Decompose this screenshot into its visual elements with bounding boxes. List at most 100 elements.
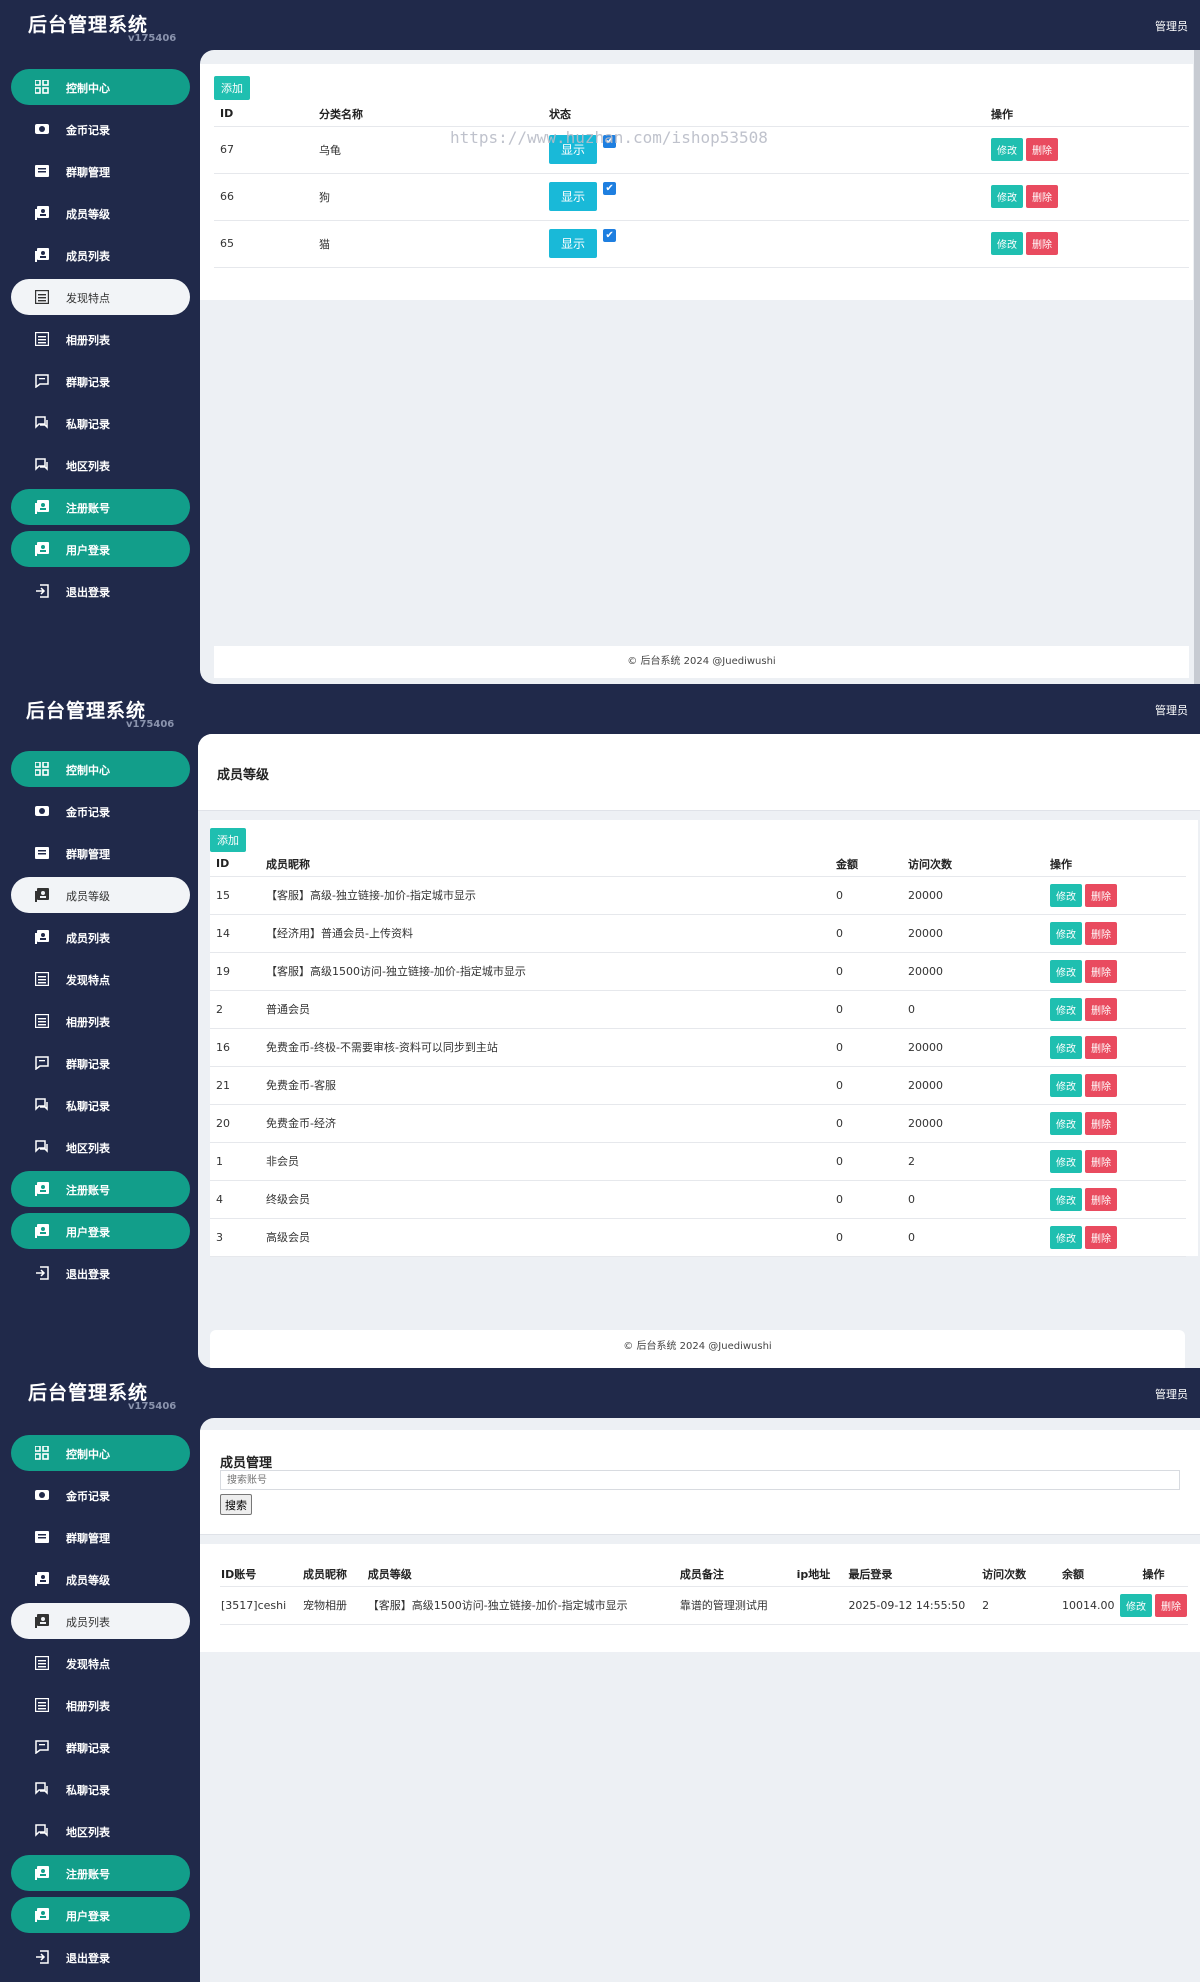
delete-button[interactable]: 删除 — [1026, 232, 1058, 255]
sidebar-item-discover[interactable]: 发现特点 — [11, 1645, 190, 1681]
chat-icon — [35, 1056, 49, 1071]
table-row: 2 普通会员 0 0 修改 删除 — [210, 990, 1186, 1028]
delete-button[interactable]: 删除 — [1085, 1073, 1117, 1097]
search-input[interactable] — [220, 1470, 1180, 1490]
sidebar-item-region[interactable]: 地区列表 — [11, 1129, 190, 1165]
cell-amount: 0 — [836, 1230, 843, 1244]
sidebar-item-album[interactable]: 相册列表 — [11, 321, 190, 357]
edit-button[interactable]: 修改 — [1050, 1073, 1082, 1097]
edit-button[interactable]: 修改 — [1050, 883, 1082, 907]
cell-visits: 20000 — [908, 1116, 943, 1130]
admin-user[interactable]: 管理员 — [1155, 1386, 1188, 1402]
delete-button[interactable]: 删除 — [1085, 997, 1117, 1021]
edit-button[interactable]: 修改 — [1050, 959, 1082, 983]
cell-nick: 【客服】高级-独立链接-加价-指定城市显示 — [266, 889, 476, 902]
sidebar-item-private-chat[interactable]: 私聊记录 — [11, 1087, 190, 1123]
login-icon — [35, 542, 49, 556]
sidebar-item-groups[interactable]: 群聊管理 — [11, 835, 190, 871]
add-button[interactable]: 添加 — [210, 828, 246, 852]
sidebar-item-register[interactable]: 注册账号 — [11, 1171, 190, 1207]
add-button[interactable]: 添加 — [214, 76, 250, 100]
cell-level: 【客服】高级1500访问-独立链接-加价-指定城市显示 — [367, 1599, 628, 1612]
edit-button[interactable]: 修改 — [1050, 1187, 1082, 1211]
sidebar-item-logout[interactable]: 退出登录 — [11, 1939, 190, 1975]
admin-user[interactable]: 管理员 — [1155, 702, 1188, 718]
sidebar-item-member-level[interactable]: 成员等级 — [11, 1561, 190, 1597]
edit-button[interactable]: 修改 — [1120, 1593, 1152, 1617]
edit-button[interactable]: 修改 — [1050, 1111, 1082, 1135]
show-button[interactable]: 显示 — [549, 182, 598, 211]
edit-button[interactable]: 修改 — [1050, 1149, 1082, 1173]
sidebar-item-region[interactable]: 地区列表 — [11, 447, 190, 483]
sidebar-item-discover[interactable]: 发现特点 — [11, 279, 190, 315]
sidebar-item-private-chat[interactable]: 私聊记录 — [11, 405, 190, 441]
page-title: 成员等级 — [217, 768, 270, 783]
sidebar-item-login[interactable]: 用户登录 — [11, 1897, 190, 1933]
delete-button[interactable]: 删除 — [1085, 959, 1117, 983]
sidebar-item-register[interactable]: 注册账号 — [11, 489, 190, 525]
dashboard-icon — [34, 79, 49, 94]
sidebar-item-login[interactable]: 用户登录 — [11, 1213, 190, 1249]
sidebar-item-login[interactable]: 用户登录 — [11, 531, 190, 567]
cell-amount: 0 — [836, 1002, 843, 1016]
sidebar-item-member-level[interactable]: 成员等级 — [11, 877, 190, 913]
sidebar-item-group-chat[interactable]: 群聊记录 — [11, 1045, 190, 1081]
delete-button[interactable]: 删除 — [1085, 1035, 1117, 1059]
sidebar-item-group-chat[interactable]: 群聊记录 — [11, 363, 190, 399]
sidebar-item-member-list[interactable]: 成员列表 — [11, 1603, 190, 1639]
sidebar-item-label: 用户登录 — [66, 1226, 110, 1239]
sidebar-item-member-list[interactable]: 成员列表 — [11, 237, 190, 273]
delete-button[interactable]: 删除 — [1085, 921, 1117, 945]
status-checkbox[interactable]: ✔ — [603, 182, 617, 195]
sidebar-item-groups[interactable]: 群聊管理 — [11, 1519, 190, 1555]
status-checkbox[interactable]: ✔ — [603, 229, 617, 242]
col-id: ID账号 — [221, 1567, 257, 1581]
sidebar-item-label: 注册账号 — [66, 1868, 110, 1881]
edit-button[interactable]: 修改 — [1050, 1035, 1082, 1059]
delete-button[interactable]: 删除 — [1085, 883, 1117, 907]
show-button[interactable]: 显示 — [549, 229, 598, 258]
edit-button[interactable]: 修改 — [991, 185, 1023, 208]
edit-button[interactable]: 修改 — [1050, 1225, 1082, 1249]
edit-button[interactable]: 修改 — [1050, 997, 1082, 1021]
scrollbar[interactable] — [1194, 50, 1200, 684]
delete-button[interactable]: 删除 — [1085, 1187, 1117, 1211]
sidebar-item-coins[interactable]: 金币记录 — [11, 793, 190, 829]
sidebar-item-member-level[interactable]: 成员等级 — [11, 195, 190, 231]
sidebar-item-album[interactable]: 相册列表 — [11, 1003, 190, 1039]
member-table-card: ID账号 成员昵称 成员等级 成员备注 ip地址 最后登录 访问次数 余额 操作… — [200, 1544, 1200, 1652]
sidebar-item-dashboard[interactable]: 控制中心 — [11, 69, 190, 105]
page-title: 成员管理 — [220, 1456, 273, 1471]
footer-text: © 后台系统 2024 @Juediwushi — [627, 656, 776, 667]
sidebar-item-discover[interactable]: 发现特点 — [11, 961, 190, 997]
sidebar-item-dashboard[interactable]: 控制中心 — [11, 1435, 190, 1471]
delete-button[interactable]: 删除 — [1155, 1593, 1187, 1617]
delete-button[interactable]: 删除 — [1085, 1149, 1117, 1173]
col-status: 状态 — [549, 107, 571, 121]
admin-user[interactable]: 管理员 — [1155, 18, 1188, 34]
sidebar-item-dashboard[interactable]: 控制中心 — [11, 751, 190, 787]
col-ip: ip地址 — [796, 1567, 831, 1581]
sidebar-item-group-chat[interactable]: 群聊记录 — [11, 1729, 190, 1765]
sidebar-item-coins[interactable]: 金币记录 — [11, 1477, 190, 1513]
sidebar-item-region[interactable]: 地区列表 — [11, 1813, 190, 1849]
edit-button[interactable]: 修改 — [1050, 921, 1082, 945]
search-button[interactable]: 搜索 — [220, 1494, 252, 1515]
region-icon — [35, 1824, 49, 1838]
sidebar-item-coins[interactable]: 金币记录 — [11, 111, 190, 147]
sidebar-item-logout[interactable]: 退出登录 — [11, 573, 190, 609]
sidebar-item-member-list[interactable]: 成员列表 — [11, 919, 190, 955]
sidebar-item-logout[interactable]: 退出登录 — [11, 1255, 190, 1291]
delete-button[interactable]: 删除 — [1026, 185, 1058, 208]
member-list-icon — [35, 1614, 49, 1628]
sidebar-item-groups[interactable]: 群聊管理 — [11, 153, 190, 189]
col-amount: 金额 — [836, 857, 858, 871]
sidebar-item-register[interactable]: 注册账号 — [11, 1855, 190, 1891]
delete-button[interactable]: 删除 — [1085, 1111, 1117, 1135]
delete-button[interactable]: 删除 — [1085, 1225, 1117, 1249]
sidebar-item-album[interactable]: 相册列表 — [11, 1687, 190, 1723]
sidebar-item-private-chat[interactable]: 私聊记录 — [11, 1771, 190, 1807]
edit-button[interactable]: 修改 — [991, 232, 1023, 255]
delete-button[interactable]: 删除 — [1026, 138, 1058, 161]
edit-button[interactable]: 修改 — [991, 138, 1023, 161]
